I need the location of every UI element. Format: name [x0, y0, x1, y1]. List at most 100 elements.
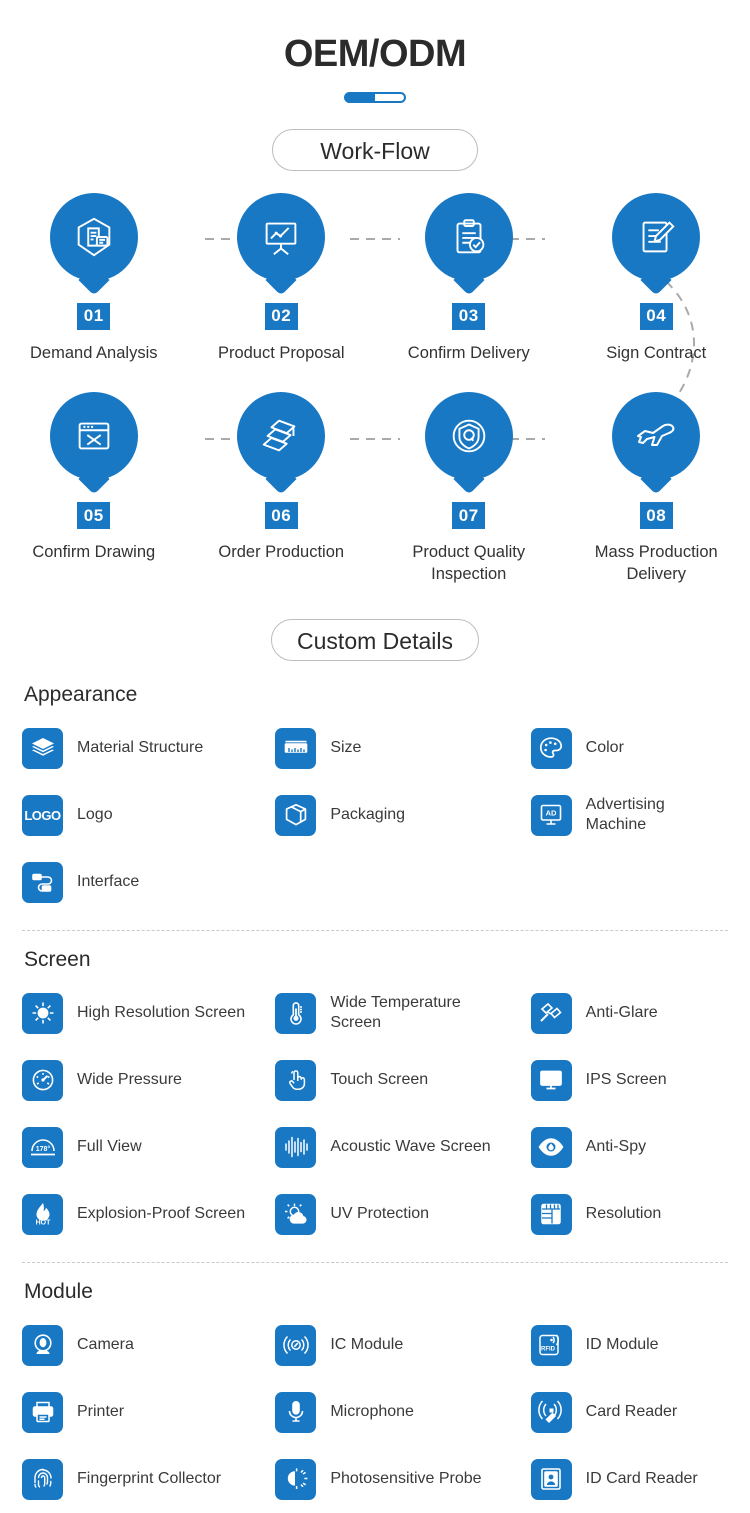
- workflow-step-04[interactable]: 04 Sign Contract: [563, 193, 750, 364]
- monitor-icon: [531, 1060, 572, 1101]
- feature-item-ips-screen[interactable]: IPS Screen: [493, 1047, 728, 1114]
- feature-item-advertising-machine[interactable]: AD Advertising Machine: [493, 782, 728, 849]
- oem-odm-page: OEM/ODM Work-Flow: [0, 0, 750, 1467]
- feature-item-size[interactable]: Size: [257, 715, 492, 782]
- feature-item-high-resolution-screen[interactable]: High Resolution Screen: [22, 980, 257, 1047]
- presentation-chart-icon: [258, 214, 304, 260]
- title-divider: [344, 92, 406, 103]
- feature-item-card-reader[interactable]: Card Reader: [493, 1379, 728, 1446]
- step-pin: [425, 193, 513, 281]
- brightness-icon: [22, 993, 63, 1034]
- feature-item-wide-pressure[interactable]: Wide Pressure: [22, 1047, 257, 1114]
- step-label: Demand Analysis: [30, 342, 157, 364]
- clipboard-check-icon: [446, 214, 492, 260]
- box-icon: [275, 795, 316, 836]
- touch-hand-icon: [275, 1060, 316, 1101]
- palette-icon: [531, 728, 572, 769]
- ad-display-icon: AD: [531, 795, 572, 836]
- workflow-row-2: 05 Confirm Drawing 06 Order Production: [0, 392, 750, 586]
- feature-label: Card Reader: [586, 1402, 678, 1423]
- section-title: Module: [24, 1280, 728, 1304]
- step-pin: [612, 193, 700, 281]
- photosensor-icon: [275, 1459, 316, 1500]
- feature-item-wide-temperature-screen[interactable]: Wide Temperature Screen: [257, 980, 492, 1047]
- rfid-card-icon: RFID: [531, 1325, 572, 1366]
- step-label: Sign Contract: [606, 342, 706, 364]
- step-pin: [50, 392, 138, 480]
- section-title: Appearance: [24, 683, 728, 707]
- layers-icon: [22, 728, 63, 769]
- step-number: 02: [265, 303, 298, 330]
- feature-item-printer[interactable]: Printer: [22, 1379, 257, 1446]
- section-title: Screen: [24, 948, 728, 972]
- feature-item-color[interactable]: Color: [493, 715, 728, 782]
- feature-item-packaging[interactable]: Packaging: [257, 782, 492, 849]
- feature-item-ic-module[interactable]: IC Module: [257, 1312, 492, 1379]
- feature-item-anti-spy[interactable]: Anti-Spy: [493, 1114, 728, 1181]
- feature-label: Photosensitive Probe: [330, 1469, 481, 1490]
- quality-shield-icon: [446, 413, 492, 459]
- feature-item-logo[interactable]: LOGO Logo: [22, 782, 257, 849]
- feature-item-photosensitive-probe[interactable]: Photosensitive Probe: [257, 1446, 492, 1513]
- step-label: Mass Production Delivery: [581, 541, 731, 586]
- feature-label: Full View: [77, 1137, 142, 1158]
- workflow-step-05[interactable]: 05 Confirm Drawing: [0, 392, 188, 586]
- feature-item-fingerprint-collector[interactable]: Fingerprint Collector: [22, 1446, 257, 1513]
- svg-text:HOT: HOT: [35, 1220, 51, 1227]
- step-pin: [237, 392, 325, 480]
- step-pin: [237, 193, 325, 281]
- nfc-signal-icon: [275, 1325, 316, 1366]
- feature-label: High Resolution Screen: [77, 1003, 245, 1024]
- feature-item-explosion-proof-screen[interactable]: HOT Explosion-Proof Screen: [22, 1181, 257, 1248]
- logo-text-icon: LOGO: [22, 795, 63, 836]
- id-card-person-icon: [531, 1459, 572, 1500]
- feature-item-acoustic-wave-screen[interactable]: Acoustic Wave Screen: [257, 1114, 492, 1181]
- section-module: Module Camera: [0, 1280, 750, 1513]
- workflow-step-03[interactable]: 03 Confirm Delivery: [375, 193, 563, 364]
- feature-item-camera[interactable]: Camera: [22, 1312, 257, 1379]
- contract-pen-icon: [633, 214, 679, 260]
- feature-label: IC Module: [330, 1335, 403, 1356]
- feature-item-anti-glare[interactable]: Anti-Glare: [493, 980, 728, 1047]
- feature-item-uv-protection[interactable]: UV Protection: [257, 1181, 492, 1248]
- section-divider: [22, 1262, 728, 1264]
- svg-text:RFID: RFID: [541, 1347, 556, 1353]
- feature-item-touch-screen[interactable]: Touch Screen: [257, 1047, 492, 1114]
- feature-label: Wide Pressure: [77, 1070, 182, 1091]
- workflow-step-02[interactable]: 02 Product Proposal: [188, 193, 376, 364]
- workflow-step-07[interactable]: 07 Product Quality Inspection: [375, 392, 563, 586]
- feature-item-full-view[interactable]: 178° Full View: [22, 1114, 257, 1181]
- feature-grid: Camera IC Module: [22, 1312, 728, 1513]
- microphone-icon: [275, 1392, 316, 1433]
- uv-sun-cloud-icon: [275, 1194, 316, 1235]
- feature-item-material-structure[interactable]: Material Structure: [22, 715, 257, 782]
- feature-label: Explosion-Proof Screen: [77, 1204, 245, 1225]
- step-number: 03: [452, 303, 485, 330]
- step-label: Product Proposal: [218, 342, 345, 364]
- viewing-angle-icon: 178°: [22, 1127, 63, 1168]
- section-appearance: Appearance Material Structure: [0, 683, 750, 916]
- feature-grid: Material Structure Size: [22, 715, 728, 916]
- feature-item-microphone[interactable]: Microphone: [257, 1379, 492, 1446]
- workflow-step-08[interactable]: 08 Mass Production Delivery: [563, 392, 750, 586]
- feature-label: Wide Temperature Screen: [330, 993, 492, 1035]
- airplane-icon: [632, 412, 680, 460]
- step-number: 07: [452, 502, 485, 529]
- section-screen: Screen High Resolution Screen: [0, 948, 750, 1248]
- camera-icon: [22, 1325, 63, 1366]
- gauge-icon: [22, 1060, 63, 1101]
- workflow-step-01[interactable]: 01 Demand Analysis: [0, 193, 188, 364]
- flame-hot-icon: HOT: [22, 1194, 63, 1235]
- workflow-step-06[interactable]: 06 Order Production: [188, 392, 376, 586]
- feature-label: UV Protection: [330, 1204, 429, 1225]
- step-label: Confirm Drawing: [32, 541, 155, 563]
- fingerprint-icon: [22, 1459, 63, 1500]
- feature-item-resolution[interactable]: Resolution: [493, 1181, 728, 1248]
- workflow-section-badge: Work-Flow: [272, 129, 478, 171]
- glare-glasses-icon: [531, 993, 572, 1034]
- step-number: 05: [77, 502, 110, 529]
- feature-item-id-module[interactable]: RFID ID Module: [493, 1312, 728, 1379]
- feature-item-id-card-reader[interactable]: ID Card Reader: [493, 1446, 728, 1513]
- feature-item-interface[interactable]: Interface: [22, 849, 257, 916]
- step-pin: [425, 392, 513, 480]
